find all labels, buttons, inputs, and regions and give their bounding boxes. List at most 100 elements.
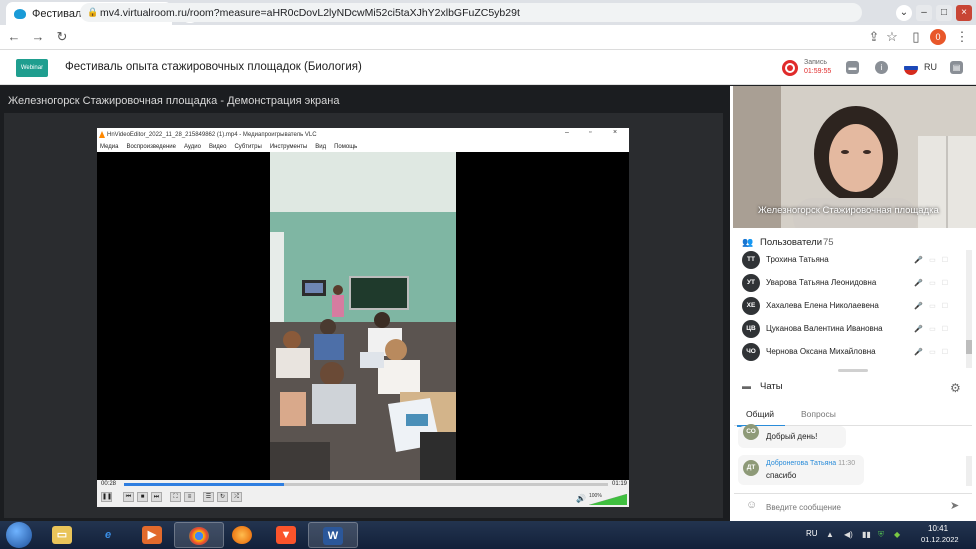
send-icon[interactable]: ➤ [950, 499, 959, 512]
user-avatar: ЦВ [742, 320, 760, 338]
message-time: 11:30 [838, 460, 856, 467]
maximize-button[interactable]: □ [936, 4, 952, 21]
clock-date[interactable]: 01.12.2022 [921, 535, 959, 544]
event-title: Фестиваль опыта стажировочных площадок (… [65, 61, 362, 73]
users-header[interactable]: Пользователи [760, 237, 822, 248]
chat-toggle-icon[interactable]: ▤ [950, 61, 963, 74]
info-icon[interactable]: i [875, 61, 888, 74]
classroom-scene-image [270, 152, 456, 480]
vlc-maximize-button[interactable]: ▫ [589, 129, 591, 136]
tray-shield-icon[interactable]: ⛨ [878, 530, 884, 540]
back-icon[interactable]: ← [6, 29, 22, 45]
gear-icon[interactable]: ⚙ [950, 381, 961, 395]
tab-questions[interactable]: Вопросы [801, 409, 836, 419]
users-scrollbar-thumb[interactable] [966, 340, 972, 354]
vlc-cone-icon [99, 131, 105, 138]
taskbar-media[interactable]: ▶ [128, 522, 178, 548]
record-icon[interactable] [782, 60, 798, 76]
vlc-volume-icon[interactable]: 🔊 [576, 494, 586, 503]
vlc-fullscreen-button[interactable]: ⛶ [170, 492, 181, 502]
user-action-icons[interactable]: 🎤▭☐ [914, 348, 954, 356]
user-action-icons[interactable]: 🎤▭☐ [914, 279, 954, 287]
user-row[interactable]: ТТ Трохина Татьяна 🎤▭☐ [740, 249, 968, 272]
vlc-menu-item[interactable]: Субтитры [234, 144, 261, 150]
user-action-icons[interactable]: 🎤▭☐ [914, 256, 954, 264]
bird-favicon-icon [14, 8, 26, 19]
app-logo: Webinar [16, 59, 48, 77]
stage-title: Железногорск Стажировочная площадка - Де… [8, 95, 340, 107]
vlc-menu-item[interactable]: Инструменты [270, 144, 307, 150]
sidebar-icon[interactable]: ▯ [908, 29, 924, 45]
recording-time: 01:59:55 [804, 68, 832, 75]
vlc-close-button[interactable]: × [613, 129, 617, 136]
vlc-menu-item[interactable]: Видео [209, 144, 227, 150]
russia-flag-icon[interactable] [904, 61, 918, 75]
menu-dots-icon[interactable]: ⋮ [954, 29, 970, 45]
vlc-loop-button[interactable]: ↻ [217, 492, 228, 502]
close-window-button[interactable]: × [956, 4, 972, 21]
user-row[interactable]: ЧО Чернова Оксана Михайловна 🎤▭☐ [740, 341, 968, 364]
chevron-down-icon[interactable]: ⌄ [896, 4, 912, 21]
minimize-button[interactable]: – [916, 4, 932, 21]
share-icon[interactable]: ⇪ [866, 29, 882, 45]
message-avatar: СО [743, 424, 759, 440]
vlc-menu-item[interactable]: Аудио [184, 144, 201, 150]
users-icon: 👥 [742, 237, 754, 247]
vlc-total-time: 01:19 [612, 481, 628, 487]
folder-icon[interactable]: ▬ [846, 61, 859, 74]
chats-header: Чаты [760, 381, 783, 392]
bookmark-star-icon[interactable]: ☆ [884, 29, 900, 45]
chat-message-input[interactable] [766, 501, 936, 513]
taskbar-ie[interactable]: e [84, 522, 134, 548]
chat-bubble-icon: ▬ [742, 381, 751, 391]
vlc-shuffle-button[interactable]: ⤮ [231, 492, 242, 502]
reload-icon[interactable]: ↻ [54, 29, 70, 45]
chat-scrollbar[interactable] [966, 456, 972, 486]
user-row[interactable]: УТ Уварова Татьяна Леонидовна 🎤▭☐ [740, 272, 968, 295]
webcam-label: Железногорск Стажировочная площадка [758, 205, 939, 216]
vlc-menu-item[interactable]: Воспроизведение [126, 144, 176, 150]
vlc-title-bar: HnVideoEditor_2022_11_28_215849862 (1).m… [97, 128, 629, 141]
vlc-minimize-button[interactable]: – [565, 129, 569, 136]
url-field[interactable]: 🔒 mv4.virtualroom.ru/room?measure=aHR0cD… [80, 3, 862, 22]
panel-resize-handle[interactable] [838, 369, 868, 372]
profile-avatar[interactable]: 0 [930, 29, 946, 45]
user-action-icons[interactable]: 🎤▭☐ [914, 302, 954, 310]
tray-app-icon[interactable]: ◆ [894, 530, 900, 539]
message-author: Добронегова Татьяна [766, 460, 837, 467]
vlc-stop-button[interactable]: ■ [137, 492, 148, 502]
vlc-playlist-button[interactable]: ☰ [203, 492, 214, 502]
taskbar-explorer[interactable]: ▭ [38, 522, 88, 548]
classroom-video-frame[interactable] [270, 152, 456, 480]
tray-speaker-icon[interactable]: ◀) [844, 530, 853, 539]
tray-arrow-icon[interactable]: ▲ [826, 530, 834, 539]
vlc-extended-settings-button[interactable]: ≡ [184, 492, 195, 502]
forward-icon[interactable]: → [30, 29, 46, 45]
vlc-next-button[interactable]: ⏭ [151, 492, 162, 502]
recording-label: Запись [804, 59, 827, 66]
user-name: Трохина Татьяна [766, 255, 829, 264]
taskbar-firefox[interactable] [218, 522, 268, 548]
vlc-pause-button[interactable]: ❚❚ [101, 492, 112, 502]
emoji-icon[interactable]: ☺ [746, 499, 757, 511]
vlc-menu-item[interactable]: Медиа [100, 144, 118, 150]
language-selector[interactable]: RU [924, 62, 937, 72]
user-action-icons[interactable]: 🎤▭☐ [914, 325, 954, 333]
user-row[interactable]: ЦВ Цуканова Валентина Ивановна 🎤▭☐ [740, 318, 968, 341]
taskbar-chrome[interactable] [174, 522, 224, 548]
clock-time[interactable]: 10:41 [928, 524, 948, 533]
vlc-menu-item[interactable]: Помощь [334, 144, 357, 150]
tray-network-icon[interactable]: ▮▮ [862, 530, 871, 539]
word-icon: W [323, 527, 343, 545]
internet-explorer-icon: e [104, 529, 112, 541]
message-avatar: ДТ [743, 460, 759, 476]
taskbar-brave[interactable]: ▼ [262, 522, 312, 548]
start-button[interactable] [6, 522, 32, 548]
tab-general[interactable]: Общий [746, 409, 774, 419]
user-row[interactable]: ХЕ Хахалева Елена Николаевена 🎤▭☐ [740, 295, 968, 318]
tray-language[interactable]: RU [806, 529, 818, 538]
vlc-previous-button[interactable]: ⏮ [123, 492, 134, 502]
vlc-menu-item[interactable]: Вид [315, 144, 326, 150]
taskbar-word[interactable]: W [308, 522, 358, 548]
users-count: 75 [823, 237, 834, 248]
